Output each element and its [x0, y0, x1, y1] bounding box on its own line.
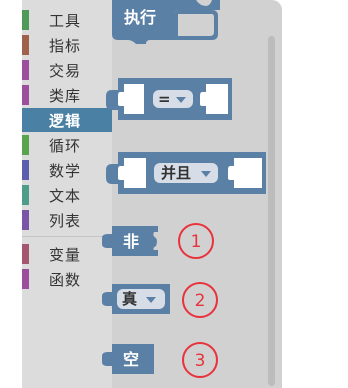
blocks-canvas: 执行 = 并且 非 真 空 1 2 3: [102, 0, 266, 378]
svg-text:2: 2: [195, 291, 206, 311]
logic-operation-block[interactable]: 并且: [106, 152, 266, 194]
svg-text:3: 3: [195, 351, 206, 371]
compare-operator: =: [158, 90, 171, 108]
null-block[interactable]: 空: [102, 344, 154, 374]
boolean-value: 真: [122, 290, 137, 308]
null-label: 空: [123, 350, 139, 369]
execute-label: 执行: [124, 8, 156, 27]
boolean-block[interactable]: 真: [102, 284, 170, 314]
compare-block[interactable]: =: [106, 78, 232, 120]
annotation-marker-2: 2: [182, 282, 218, 318]
not-label: 非: [123, 232, 139, 251]
annotation-marker-1: 1: [178, 223, 214, 259]
logic-operator: 并且: [161, 164, 191, 182]
execute-block[interactable]: 执行: [112, 0, 220, 44]
svg-text:1: 1: [191, 232, 202, 252]
not-block[interactable]: 非: [102, 226, 162, 256]
annotation-marker-3: 3: [182, 342, 218, 378]
